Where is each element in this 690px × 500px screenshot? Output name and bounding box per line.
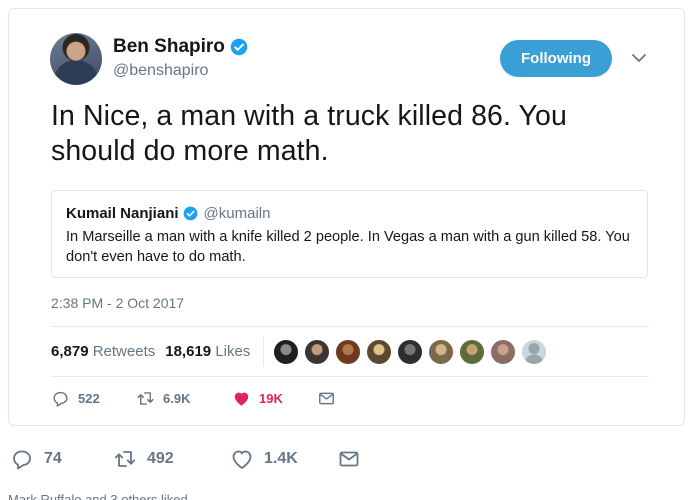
liker-avatar[interactable] <box>521 339 547 365</box>
outer-retweet-count: 492 <box>147 450 174 467</box>
like-action[interactable]: 19K <box>232 389 317 408</box>
outer-reply-count: 74 <box>44 450 62 467</box>
message-icon <box>319 392 334 405</box>
retweets-label: Retweets <box>92 343 156 360</box>
outer-like-action[interactable]: 1.4K <box>230 447 337 471</box>
like-count: 19K <box>259 391 283 406</box>
author-avatar[interactable] <box>50 33 102 85</box>
reply-icon <box>53 391 68 407</box>
divider <box>51 376 649 377</box>
outer-message-action[interactable] <box>337 447 361 471</box>
heart-icon <box>232 450 252 469</box>
liker-avatar[interactable] <box>428 339 454 365</box>
retweets-stat[interactable]: 6,879 Retweets <box>51 343 155 360</box>
liker-avatar[interactable] <box>304 339 330 365</box>
quoted-tweet-text: In Marseille a man with a knife killed 2… <box>66 229 630 265</box>
retweet-count: 6.9K <box>163 391 191 406</box>
quoted-tweet-header: Kumail Nanjiani @kumailn <box>66 205 270 222</box>
following-button[interactable]: Following <box>500 40 612 77</box>
chevron-down-icon[interactable] <box>631 51 647 63</box>
tweet-actions: 522 6.9K 19K <box>51 389 336 408</box>
divider <box>51 326 649 327</box>
reply-icon <box>13 450 31 470</box>
verified-badge-icon <box>230 38 248 56</box>
reply-count: 522 <box>78 391 100 406</box>
outer-retweet-action[interactable]: 492 <box>113 447 230 471</box>
tweet-card: Ben Shapiro @benshapiro Following In Nic… <box>8 8 685 426</box>
liked-by-text: Mark Ruffalo and 3 others liked <box>8 492 188 500</box>
liker-avatar[interactable] <box>273 339 299 365</box>
quoted-author-handle: @kumailn <box>203 205 271 222</box>
engagement-stats: 6,879 Retweets 18,619 Likes <box>51 343 250 360</box>
retweet-icon <box>114 451 136 467</box>
retweets-count: 6,879 <box>51 343 89 360</box>
tweet-text: In Nice, a man with a truck killed 86. Y… <box>51 100 567 167</box>
verified-badge-icon <box>183 206 198 221</box>
likes-stat[interactable]: 18,619 Likes <box>165 343 250 360</box>
likes-count: 18,619 <box>165 343 212 360</box>
tweet-timestamp[interactable]: 2:38 PM - 2 Oct 2017 <box>51 295 184 311</box>
author-handle[interactable]: @benshapiro <box>113 62 208 80</box>
author-display-name[interactable]: Ben Shapiro <box>113 36 225 58</box>
stats-divider <box>263 336 264 366</box>
liker-avatar[interactable] <box>335 339 361 365</box>
author-name-row[interactable]: Ben Shapiro <box>113 36 248 58</box>
reply-action[interactable]: 522 <box>51 389 136 408</box>
outer-like-count: 1.4K <box>264 450 298 467</box>
outer-reply-action[interactable]: 74 <box>10 447 113 471</box>
liker-avatar[interactable] <box>366 339 392 365</box>
outer-tweet-actions: 74 492 1.4K <box>10 447 361 471</box>
likes-label: Likes <box>215 343 251 360</box>
liker-avatar[interactable] <box>397 339 423 365</box>
quoted-tweet[interactable]: Kumail Nanjiani @kumailn In Marseille a … <box>51 190 648 278</box>
message-icon <box>339 451 359 467</box>
heart-icon <box>234 392 249 406</box>
retweet-icon <box>137 392 154 405</box>
liker-avatar[interactable] <box>459 339 485 365</box>
liker-avatar[interactable] <box>490 339 516 365</box>
message-action[interactable] <box>317 389 336 408</box>
likers-avatars <box>273 339 547 365</box>
retweet-action[interactable]: 6.9K <box>136 389 232 408</box>
quoted-author-name: Kumail Nanjiani <box>66 205 179 222</box>
